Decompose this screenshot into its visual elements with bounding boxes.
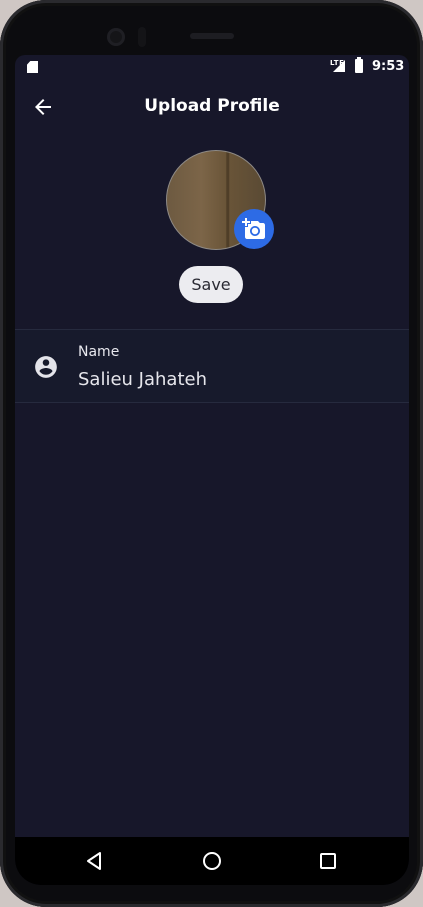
home-circle-icon [203, 852, 221, 870]
nav-recent-apps-button[interactable] [316, 849, 340, 873]
front-camera [107, 28, 125, 46]
save-button[interactable]: Save [179, 266, 243, 303]
page-title: Upload Profile [144, 96, 280, 116]
nav-back-button[interactable] [83, 849, 107, 873]
sd-card-icon [27, 61, 38, 73]
app-bar: Upload Profile [15, 85, 409, 129]
system-navigation-bar [15, 837, 409, 885]
clock: 9:53 [372, 59, 405, 74]
add-a-photo-icon [242, 218, 265, 239]
nav-home-button[interactable] [200, 849, 224, 873]
app-screen: LTE 9:53 Upload Profile Save Name Salieu… [15, 55, 409, 885]
network-type: LTE [330, 59, 345, 67]
earpiece-speaker [190, 33, 234, 39]
name-label: Name [78, 344, 120, 360]
name-field[interactable]: Name Salieu Jahateh [15, 329, 409, 403]
name-value: Salieu Jahateh [78, 369, 207, 390]
recent-apps-square-icon [320, 853, 336, 869]
add-photo-button[interactable] [234, 209, 274, 249]
status-bar: LTE 9:53 [15, 55, 409, 79]
account-circle-icon [35, 356, 57, 378]
phone-frame: LTE 9:53 Upload Profile Save Name Salieu… [0, 0, 423, 907]
back-triangle-icon [87, 852, 101, 870]
battery-icon [355, 57, 363, 73]
profile-photo-section [166, 150, 274, 250]
proximity-sensor [138, 27, 146, 47]
